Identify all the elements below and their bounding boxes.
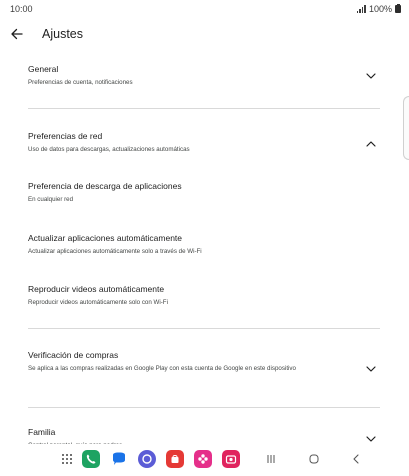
phone-app-icon[interactable]: [82, 450, 100, 468]
item-title: Preferencia de descarga de aplicaciones: [28, 181, 182, 191]
section-title: Preferencias de red: [28, 131, 103, 141]
back-arrow-icon: [11, 28, 23, 40]
item-subtitle: En cualquier red: [28, 196, 74, 203]
messages-app-icon[interactable]: [110, 450, 128, 468]
chevron-down-icon[interactable]: [364, 69, 378, 83]
taskbar: [0, 444, 409, 476]
recents-icon[interactable]: [262, 450, 280, 468]
item-title: Actualizar aplicaciones automáticamente: [28, 233, 183, 243]
item-title: Reproducir videos automáticamente: [28, 284, 165, 294]
section-network-preferences[interactable]: Preferencias de red Uso de datos para de…: [28, 131, 380, 155]
signal-icon: [356, 5, 366, 13]
home-icon[interactable]: [305, 450, 323, 468]
nav-back-icon[interactable]: [347, 450, 365, 468]
status-bar: 10:00 100%: [0, 0, 409, 18]
page-title: Ajustes: [42, 27, 83, 41]
blossom-app-icon[interactable]: [194, 450, 212, 468]
status-time: 10:00: [10, 4, 33, 14]
status-indicators: 100%: [356, 3, 401, 14]
internet-app-icon[interactable]: [138, 450, 156, 468]
item-subtitle: Reproducir videos automáticamente solo c…: [28, 299, 168, 306]
internet-icon: [142, 454, 152, 464]
item-subtitle: Actualizar aplicaciones automáticamente …: [28, 248, 202, 255]
flower-icon: [198, 454, 208, 464]
item-auto-play-videos[interactable]: Reproducir videos automáticamente Reprod…: [28, 284, 380, 308]
section-subtitle: Preferencias de cuenta, notificaciones: [28, 79, 133, 86]
camera-icon: [225, 455, 237, 464]
section-subtitle: Uso de datos para descargas, actualizaci…: [28, 146, 190, 153]
section-purchase-verification[interactable]: Verificación de compras Se aplica a las …: [28, 350, 380, 374]
phone-icon: [86, 454, 96, 464]
message-bubble-icon: [113, 452, 125, 465]
apps-grid-icon[interactable]: [58, 450, 76, 468]
section-general[interactable]: General Preferencias de cuenta, notifica…: [28, 64, 380, 88]
divider: [28, 108, 380, 109]
store-app-icon[interactable]: [166, 450, 184, 468]
item-auto-update-apps[interactable]: Actualizar aplicaciones automáticamente …: [28, 233, 380, 257]
section-title: Verificación de compras: [28, 350, 119, 360]
chevron-up-icon[interactable]: [364, 137, 378, 151]
battery-percent: 100%: [368, 4, 392, 14]
divider: [28, 328, 380, 329]
divider: [28, 407, 380, 408]
battery-icon: [395, 3, 401, 13]
back-button[interactable]: [7, 24, 27, 44]
app-bar: Ajustes: [0, 22, 409, 48]
section-subtitle: Se aplica a las compras realizadas en Go…: [28, 365, 296, 372]
item-app-download-preference[interactable]: Preferencia de descarga de aplicaciones …: [28, 181, 380, 205]
camera-app-icon[interactable]: [222, 450, 240, 468]
section-title: Familia: [28, 427, 56, 437]
section-title: General: [28, 64, 59, 74]
edge-panel-handle[interactable]: [403, 96, 409, 160]
chevron-down-icon[interactable]: [364, 362, 378, 376]
store-bag-icon: [171, 455, 179, 463]
